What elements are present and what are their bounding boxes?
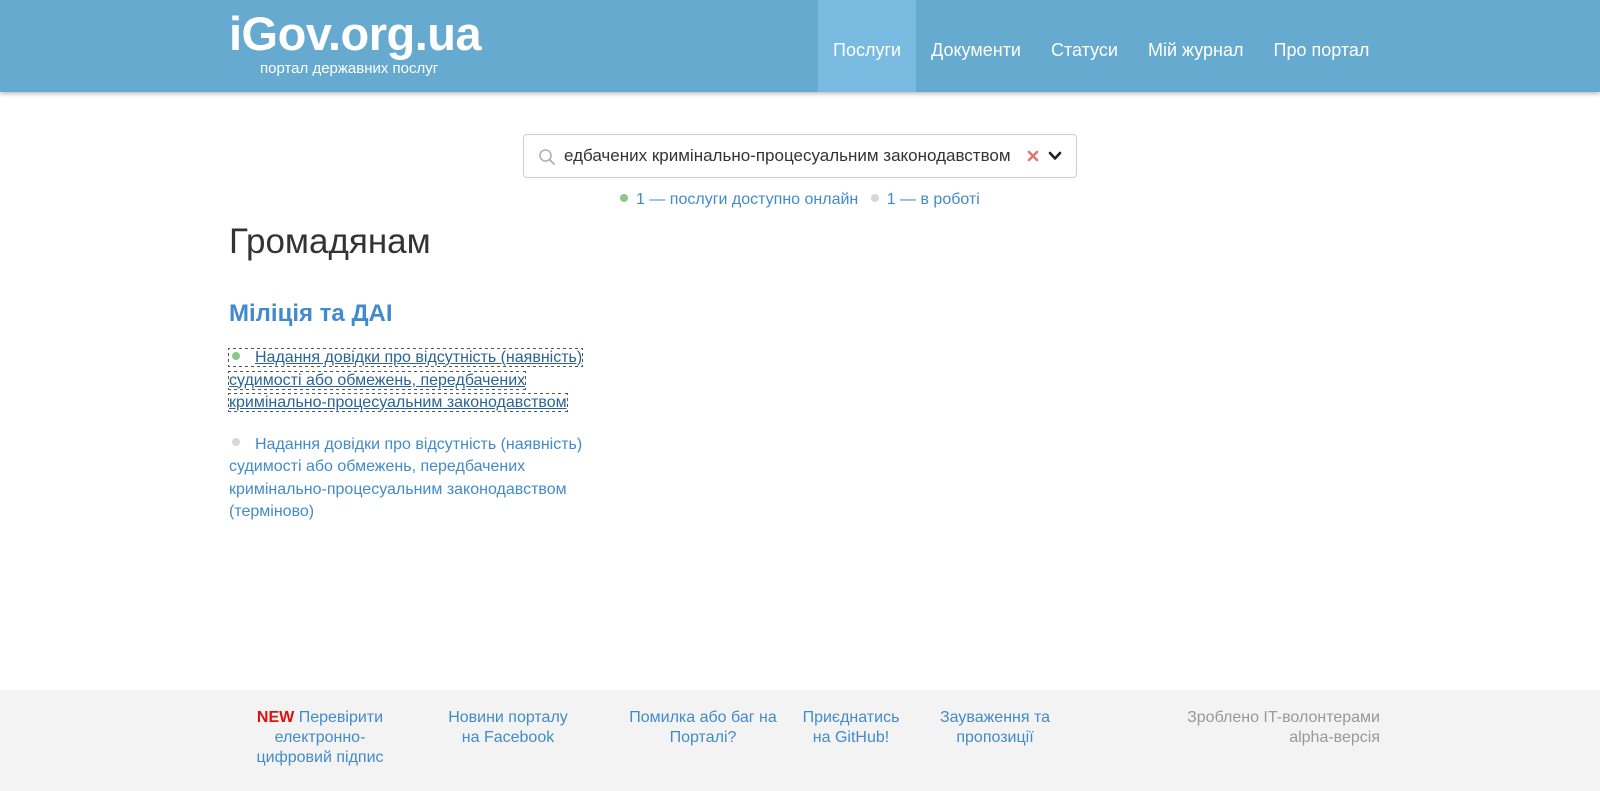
main-nav: Послуги Документи Статуси Мій журнал Про… [818, 0, 1384, 92]
list-item: Надання довідки про відсутність (наявніс… [229, 434, 599, 524]
logo-subtitle: портал державних послуг [260, 60, 439, 77]
footer-check-signature-link[interactable]: NEW Перевірити електронно-цифровий підпи… [245, 708, 395, 768]
footer-github-link[interactable]: Приєднатись на GitHub! [796, 708, 906, 748]
site-logo[interactable]: iGov.org.ua портал державних послуг [229, 7, 482, 78]
version-text: alpha-версія [1289, 729, 1380, 746]
nav-documents[interactable]: Документи [916, 0, 1036, 92]
in-progress-status-dot [232, 438, 240, 447]
nav-statuses[interactable]: Статуси [1036, 0, 1133, 92]
new-badge: NEW [256, 709, 295, 726]
service-link[interactable]: Надання довідки про відсутність (наявніс… [227, 348, 584, 412]
service-link[interactable]: Надання довідки про відсутність (наявніс… [229, 436, 582, 521]
footer-feedback-link[interactable]: Зауваження та пропозиції [930, 708, 1060, 748]
nav-my-journal[interactable]: Мій журнал [1133, 0, 1259, 92]
search-input-value: едбачених кримінально-процесуальним зако… [564, 146, 1011, 165]
nav-services[interactable]: Послуги [818, 0, 917, 92]
service-stats: 1 — послуги доступно онлайн 1 — в роботі [620, 191, 988, 209]
stat-online[interactable]: 1 — послуги доступно онлайн [636, 191, 858, 208]
search-icon [539, 149, 555, 165]
nav-about[interactable]: Про портал [1259, 0, 1385, 92]
clear-icon[interactable] [1026, 149, 1040, 163]
chevron-down-icon[interactable] [1048, 150, 1062, 162]
header: iGov.org.ua портал державних послуг Посл… [0, 0, 1600, 92]
service-label: Надання довідки про відсутність (наявніс… [229, 349, 583, 411]
footer-credits: Зроблено IT-волонтерами alpha-версія [1150, 708, 1380, 748]
footer-facebook-link[interactable]: Новини порталу на Facebook [438, 708, 578, 748]
search-input[interactable]: едбачених кримінально-процесуальним зако… [564, 135, 1054, 177]
logo-title: iGov.org.ua [229, 7, 482, 60]
made-by-text: Зроблено IT-волонтерами [1187, 709, 1380, 726]
service-list: Надання довідки про відсутність (наявніс… [227, 347, 599, 543]
online-status-dot [232, 351, 240, 360]
list-item: Надання довідки про відсутність (наявніс… [227, 347, 599, 415]
page-title: Громадянам [229, 222, 431, 261]
footer: NEW Перевірити електронно-цифровий підпи… [0, 690, 1600, 791]
category-title[interactable]: Міліція та ДАІ [229, 300, 393, 328]
service-label: Надання довідки про відсутність (наявніс… [229, 435, 583, 521]
online-status-dot [620, 193, 628, 202]
footer-bug-link[interactable]: Помилка або баг на Порталі? [628, 708, 778, 748]
stat-in-progress[interactable]: 1 — в роботі [887, 191, 980, 208]
search-box: едбачених кримінально-процесуальним зако… [523, 134, 1077, 178]
in-progress-status-dot [870, 193, 879, 202]
